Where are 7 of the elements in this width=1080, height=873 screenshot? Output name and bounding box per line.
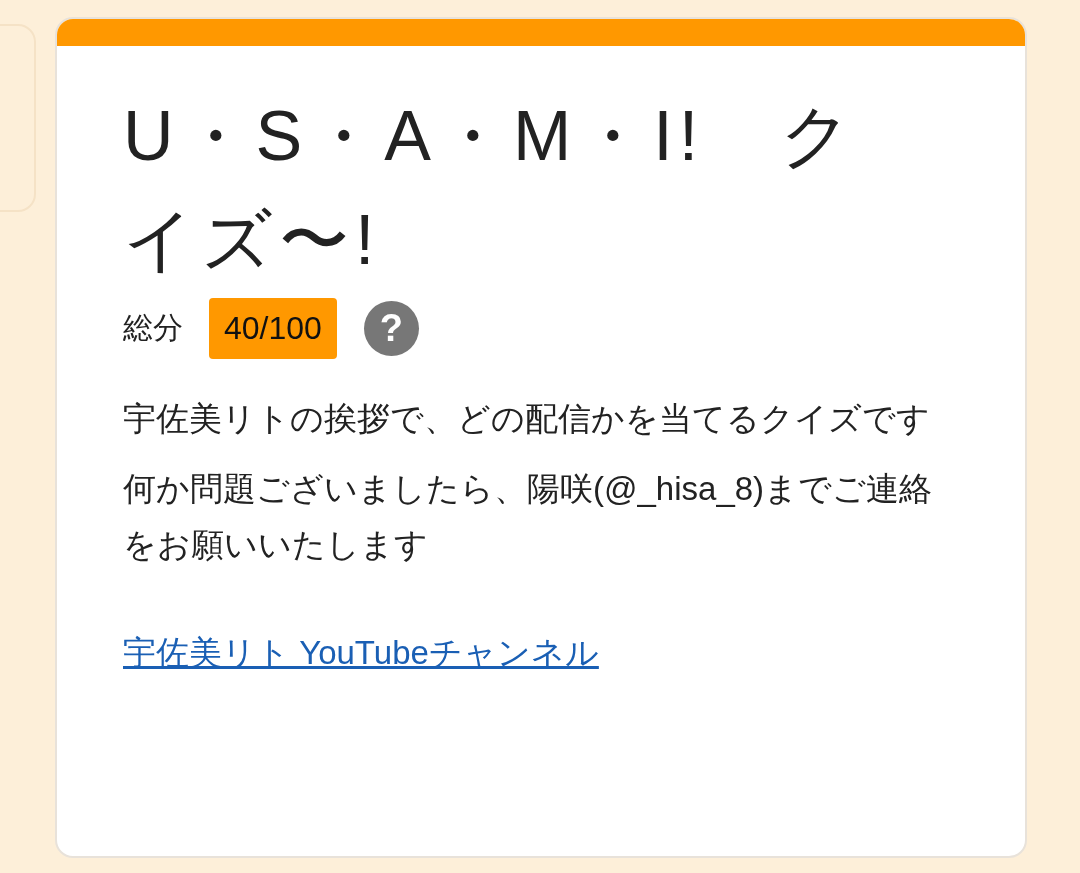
channel-link[interactable]: 宇佐美リト YouTubeチャンネル bbox=[123, 631, 599, 676]
description-text: 宇佐美リトの挨拶で、どの配信かを当てるクイズです bbox=[123, 399, 931, 439]
score-value: 40/100 bbox=[209, 298, 337, 359]
help-button[interactable]: ? bbox=[363, 301, 419, 356]
score-label: 総分 bbox=[123, 310, 183, 346]
description-text: 何か問題ございましたら、陽咲(@_hisa_8)までご連絡をお願いいたします bbox=[123, 469, 933, 565]
quiz-title: U・S・A・M・I! クイズ〜! bbox=[123, 96, 860, 281]
